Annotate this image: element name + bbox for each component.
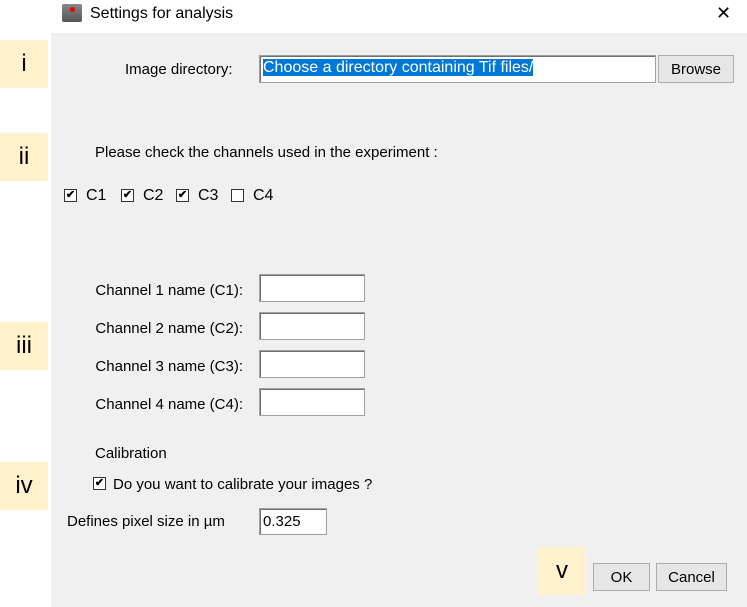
pixel-size-label: Defines pixel size in µm xyxy=(67,513,225,530)
section-tag-ii: ii xyxy=(0,133,48,181)
app-icon xyxy=(62,4,82,22)
channel-name-label: Channel 1 name (C1): xyxy=(95,282,243,299)
channel-name-label: Channel 3 name (C3): xyxy=(95,358,243,375)
channel-checkbox-label: C1 xyxy=(86,187,107,204)
channel-checkbox-c2[interactable]: ✔ xyxy=(121,189,134,202)
image-directory-value: Choose a directory containing Tif files/ xyxy=(263,59,534,76)
section-tag-i: i xyxy=(0,40,48,88)
channel-checkbox-label: C3 xyxy=(198,187,219,204)
browse-button[interactable]: Browse xyxy=(658,55,734,83)
channel-2-name-input[interactable] xyxy=(259,312,365,340)
close-button[interactable]: ✕ xyxy=(716,3,731,24)
channel-checkbox-c4[interactable] xyxy=(231,189,244,202)
channel-checkbox-label: C4 xyxy=(253,187,274,204)
image-directory-label: Image directory: xyxy=(125,61,233,78)
channel-1-name-input[interactable] xyxy=(259,274,365,302)
channel-checkbox-c3[interactable]: ✔ xyxy=(176,189,189,202)
image-directory-input[interactable]: Choose a directory containing Tif files/ xyxy=(259,55,656,83)
channel-4-name-input[interactable] xyxy=(259,388,365,416)
calibrate-checkbox[interactable]: ✔ xyxy=(93,477,106,490)
cancel-button[interactable]: Cancel xyxy=(656,563,727,591)
window-title: Settings for analysis xyxy=(90,5,234,22)
channel-checkbox-label: C2 xyxy=(143,187,164,204)
channel-name-label: Channel 4 name (C4): xyxy=(95,396,243,413)
calibrate-label: Do you want to calibrate your images ? xyxy=(113,476,373,493)
channel-3-name-input[interactable] xyxy=(259,350,365,378)
section-tag-iii: iii xyxy=(0,322,48,370)
section-tag-v: v xyxy=(538,547,586,595)
channels-prompt: Please check the channels used in the ex… xyxy=(95,144,438,161)
section-tag-iv: iv xyxy=(0,462,48,510)
channel-checkbox-c1[interactable]: ✔ xyxy=(64,189,77,202)
calibration-heading: Calibration xyxy=(95,445,167,462)
ok-button[interactable]: OK xyxy=(593,563,650,591)
pixel-size-input[interactable]: 0.325 xyxy=(259,508,327,535)
channel-name-label: Channel 2 name (C2): xyxy=(95,320,243,337)
